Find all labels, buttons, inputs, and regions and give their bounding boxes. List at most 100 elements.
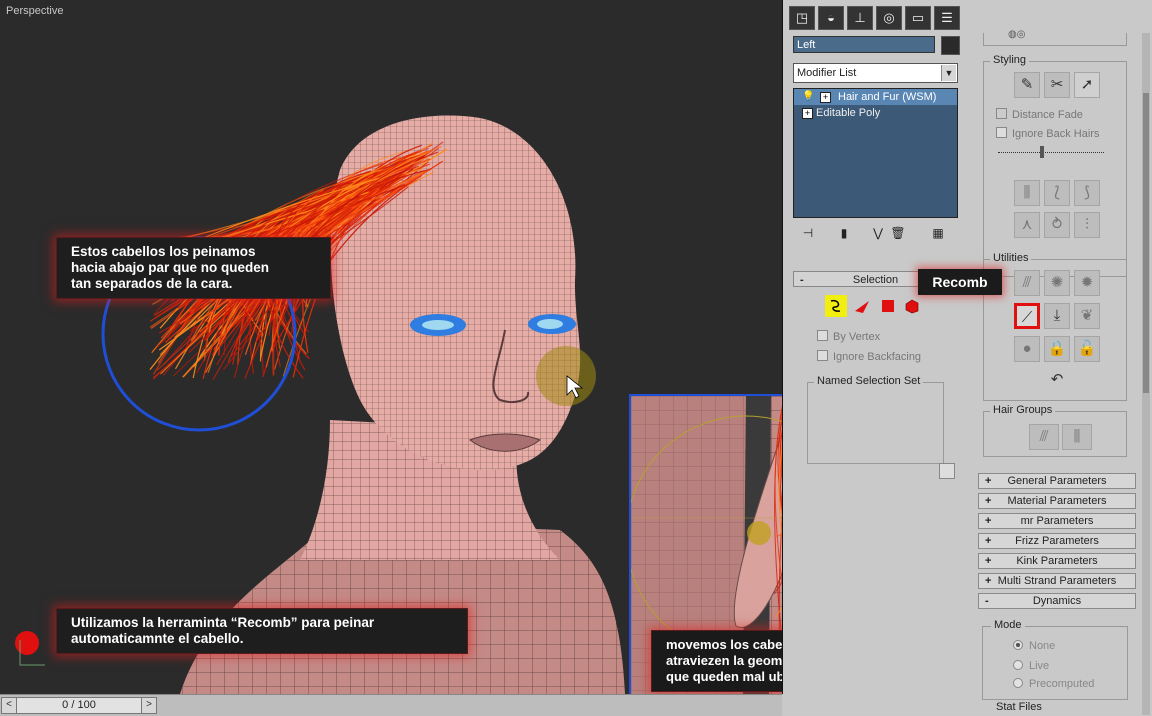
eye-icon[interactable]: ◍◎ <box>1008 29 1025 40</box>
expand-icon: - <box>985 595 989 607</box>
time-prev-button[interactable]: < <box>1 697 17 714</box>
rotate-hair-icon[interactable]: ⥁ <box>1044 212 1070 238</box>
hair-groups-title: Hair Groups <box>990 404 1056 416</box>
pin-stack-icon[interactable]: ⊣ <box>799 225 817 241</box>
perspective-viewport[interactable]: Perspective Estos cabellos los peinamos … <box>0 0 783 694</box>
select-arrow-icon[interactable]: ➚ <box>1074 72 1100 98</box>
stack-item-label: Hair and Fur (WSM) <box>838 91 937 103</box>
named-selection-group: Named Selection Set <box>807 375 944 464</box>
rollout-frizz-parameters[interactable]: + Frizz Parameters <box>978 533 1136 549</box>
expand-icon: + <box>985 575 992 587</box>
clump-hair-icon[interactable]: ⋏ <box>1014 212 1040 238</box>
lightbulb-icon[interactable]: 💡 <box>802 89 814 105</box>
rollout-label: Frizz Parameters <box>1015 535 1099 547</box>
attenuate-icon[interactable]: ⫻ <box>1014 270 1040 296</box>
mode-none-radio[interactable]: None <box>1013 640 1055 652</box>
element-select-icon[interactable] <box>903 297 921 315</box>
styling-group: Styling ✎ ✂ ➚ Distance Fade Ignore Back … <box>983 54 1127 277</box>
lock-icon[interactable]: 🔒 <box>1044 336 1070 362</box>
hair-cut-icon[interactable]: ✂ <box>1044 72 1070 98</box>
rollout-multi-strand-parameters[interactable]: + Multi Strand Parameters <box>978 573 1136 589</box>
configure-sets-icon[interactable]: ▦ <box>929 225 947 241</box>
modify-panel: Left Modifier List ▼ 💡 + Hair and Fur (W… <box>783 33 968 715</box>
display-tab-icon[interactable]: ▭ <box>905 6 931 30</box>
reset-rest-icon[interactable]: ⤓ <box>1044 303 1070 329</box>
object-name-field[interactable]: Left <box>793 36 935 53</box>
rollout-general-parameters[interactable]: + General Parameters <box>978 473 1136 489</box>
selection-title: Selection <box>852 274 899 286</box>
viewport-label: Perspective <box>6 5 64 17</box>
puff-roots-icon[interactable]: ⟆ <box>1074 180 1100 206</box>
recomb-button[interactable]: ⟋ <box>1014 303 1040 329</box>
stack-item-editable-poly[interactable]: + Editable Poly <box>794 105 957 121</box>
rollout-material-parameters[interactable]: + Material Parameters <box>978 493 1136 509</box>
segment-select-icon[interactable] <box>853 297 871 315</box>
make-unique-icon[interactable]: ⋁ <box>869 225 887 241</box>
show-end-result-icon[interactable]: ▮ <box>835 225 853 241</box>
mode-precomputed-radio[interactable]: Precomputed <box>1013 678 1094 690</box>
stack-item-label: Editable Poly <box>816 107 881 119</box>
hair-groups-group: Hair Groups ⫻ ⫼ <box>983 404 1127 457</box>
translate-hair-icon[interactable]: ⫼ <box>1014 180 1040 206</box>
create-tab-icon[interactable]: ◳ <box>789 6 815 30</box>
panel-scrollbar[interactable] <box>1142 33 1150 715</box>
by-vertex-checkbox[interactable]: By Vertex <box>817 330 880 343</box>
rollout-dynamics[interactable]: - Dynamics <box>978 593 1136 609</box>
rollout-label: Kink Parameters <box>1016 555 1098 567</box>
undo-icon[interactable]: ↶ <box>1044 368 1070 394</box>
brush-size-slider[interactable] <box>998 152 1104 155</box>
time-slider[interactable]: 0 / 100 <box>16 697 142 714</box>
expand-icon[interactable]: + <box>802 108 813 119</box>
ignore-back-hairs-checkbox[interactable]: Ignore Back Hairs <box>996 127 1099 140</box>
rollout-kink-parameters[interactable]: + Kink Parameters <box>978 553 1136 569</box>
expand-icon[interactable]: + <box>820 92 831 103</box>
brush-size-thumb[interactable] <box>1040 146 1044 158</box>
scale-hair-icon[interactable]: ⫶ <box>1074 212 1100 238</box>
rollout-label: Multi Strand Parameters <box>997 575 1117 587</box>
stack-item-hair-and-fur[interactable]: 💡 + Hair and Fur (WSM) <box>794 89 957 105</box>
selection-scroll-stub[interactable] <box>939 463 955 479</box>
recomb-callout: Recomb <box>918 269 1002 295</box>
inset-zoom-view: movemos los cabellos que atraviezen la g… <box>629 394 782 694</box>
expand-icon: + <box>985 555 992 567</box>
remove-modifier-icon[interactable]: 🗑 <box>889 225 907 241</box>
pop-zero-icon[interactable]: ✹ <box>1074 270 1100 296</box>
guide-select-icon[interactable] <box>825 295 847 317</box>
scrollbar-thumb[interactable] <box>1143 93 1149 393</box>
modifier-stack: 💡 + Hair and Fur (WSM) + Editable Poly <box>793 88 958 218</box>
ignore-back-hairs-label: Ignore Back Hairs <box>1012 128 1100 140</box>
motion-tab-icon[interactable]: ◎ <box>876 6 902 30</box>
stack-toolbar: ⊣ ▮ ⋁ 🗑 ▦ <box>793 223 958 245</box>
rollout-label: General Parameters <box>1007 475 1107 487</box>
distance-fade-label: Distance Fade <box>1012 109 1083 121</box>
toggle-hair-icon[interactable]: ● <box>1014 336 1040 362</box>
rollout-mr-parameters[interactable]: + mr Parameters <box>978 513 1136 529</box>
hair-brush-icon[interactable]: ✎ <box>1014 72 1040 98</box>
command-tabs: ◳ ◒ ⊥ ◎ ▭ ☰ <box>783 0 973 33</box>
ignore-backfacing-checkbox[interactable]: Ignore Backfacing <box>817 350 921 363</box>
distance-fade-checkbox[interactable]: Distance Fade <box>996 108 1083 121</box>
rollout-label: mr Parameters <box>1020 515 1094 527</box>
split-groups-icon[interactable]: ⫻ <box>1029 424 1059 450</box>
callout-top: Estos cabellos los peinamos hacia abajo … <box>56 237 331 299</box>
stand-hair-icon[interactable]: ⟅ <box>1044 180 1070 206</box>
hierarchy-tab-icon[interactable]: ⊥ <box>847 6 873 30</box>
ignore-backfacing-label: Ignore Backfacing <box>833 351 922 363</box>
mode-live-radio[interactable]: Live <box>1013 660 1049 672</box>
callout-inset: movemos los cabellos que atraviezen la g… <box>651 630 782 692</box>
modify-tab-icon[interactable]: ◒ <box>818 6 844 30</box>
unlock-icon[interactable]: 🔓 <box>1074 336 1100 362</box>
pop-selected-icon[interactable]: ✺ <box>1044 270 1070 296</box>
modifier-list-dropdown[interactable]: Modifier List ▼ <box>793 63 958 83</box>
top-tools-group: ◍◎ <box>983 29 1127 46</box>
dynamics-mode-title: Mode <box>991 619 1025 631</box>
object-color-swatch[interactable] <box>941 36 960 55</box>
axis-gizmo <box>15 631 39 655</box>
tip-select-icon[interactable] <box>879 297 897 315</box>
merge-groups-icon[interactable]: ⫼ <box>1062 424 1092 450</box>
by-vertex-label: By Vertex <box>833 331 881 343</box>
expand-icon: + <box>985 535 992 547</box>
toggle-collisions-icon[interactable]: ❦ <box>1074 303 1100 329</box>
time-next-button[interactable]: > <box>141 697 157 714</box>
utilities-tab-icon[interactable]: ☰ <box>934 6 960 30</box>
